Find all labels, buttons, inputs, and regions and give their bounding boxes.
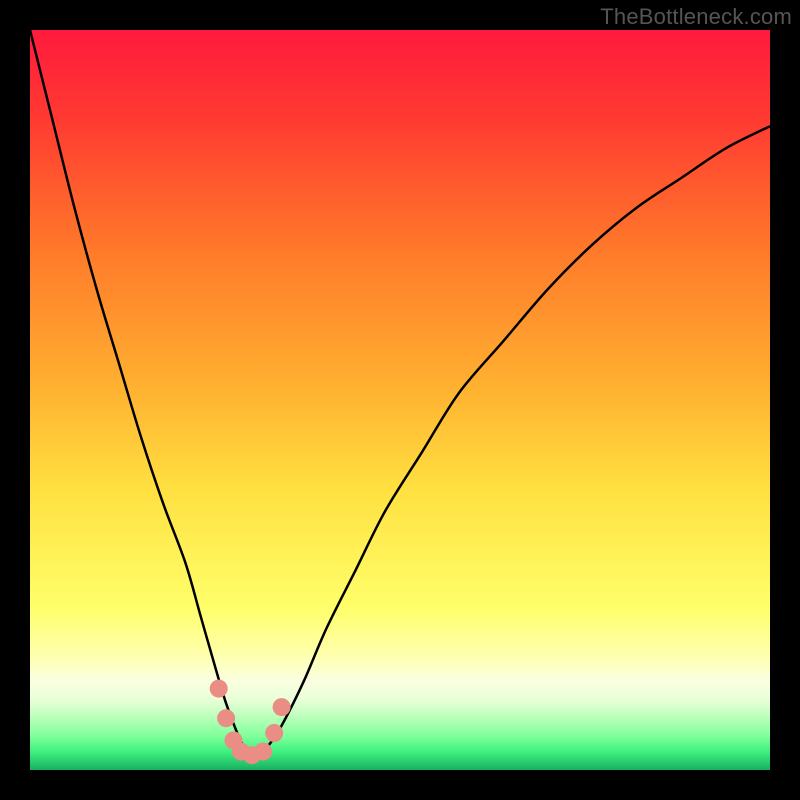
highlight-point: [265, 724, 283, 742]
highlight-point: [254, 743, 272, 761]
plot-area: [30, 30, 770, 770]
highlight-point: [210, 680, 228, 698]
watermark-text: TheBottleneck.com: [600, 4, 792, 30]
chart-frame: TheBottleneck.com: [0, 0, 800, 800]
gradient-background: [30, 30, 770, 770]
highlight-point: [273, 698, 291, 716]
bottleneck-chart: [30, 30, 770, 770]
highlight-point: [217, 709, 235, 727]
